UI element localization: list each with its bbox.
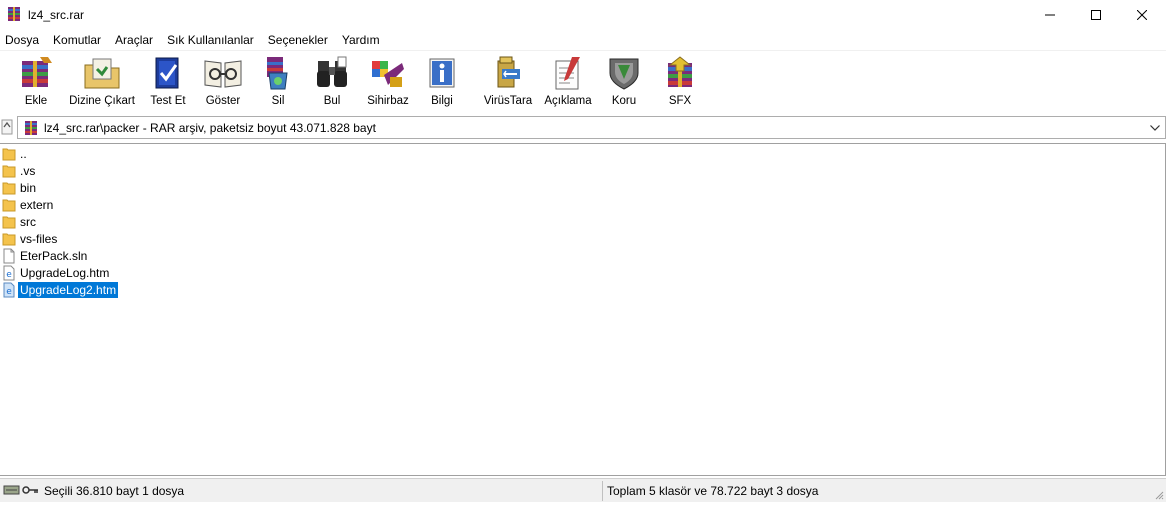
add-archive-icon: [22, 57, 52, 87]
selection-status: Seçili 36.810 bayt 1 dosya: [44, 484, 185, 498]
toolbar: Ekle Dizine Çıkart Test Et Göster Sil Bu…: [0, 50, 1166, 112]
list-item[interactable]: e UpgradeLog.htm: [0, 264, 111, 281]
close-button[interactable]: [1119, 0, 1165, 30]
folder-up-icon: [1, 119, 13, 135]
comment-label: Açıklama: [544, 95, 592, 107]
file-name: src: [20, 214, 36, 229]
file-list[interactable]: .. .vs bin extern src vs-files EterPack.…: [0, 143, 1166, 476]
delete-icon: [267, 57, 288, 90]
list-item[interactable]: extern: [0, 196, 55, 213]
folder-icon: [2, 199, 16, 211]
svg-text:e: e: [6, 287, 12, 297]
menu-file[interactable]: Dosya: [5, 31, 46, 50]
drive-icon[interactable]: [3, 484, 20, 496]
list-item[interactable]: ..: [0, 145, 29, 162]
close-icon: [1137, 10, 1147, 20]
maximize-button[interactable]: [1073, 0, 1119, 30]
file-name: ..: [20, 146, 27, 161]
find-binoculars-icon: [317, 56, 347, 87]
file-name: extern: [20, 197, 54, 212]
maximize-icon: [1091, 10, 1101, 20]
address-text: lz4_src.rar\packer - RAR arşiv, paketsiz…: [44, 120, 376, 135]
menu-help[interactable]: Yardım: [342, 31, 387, 50]
total-status: Toplam 5 klasör ve 78.722 bayt 3 dosya: [607, 484, 819, 498]
status-icons: [3, 484, 39, 498]
extract-label: Dizine Çıkart: [69, 95, 135, 107]
list-item-selected[interactable]: e UpgradeLog2.htm: [0, 280, 120, 299]
virus-scan-label: VirüsTara: [483, 95, 533, 107]
key-icon[interactable]: [22, 484, 39, 496]
test-label: Test Et: [150, 95, 186, 107]
folder-icon: [2, 216, 16, 228]
toolbar-separator: [473, 57, 474, 107]
test-icon: [155, 57, 179, 89]
file-name: .vs: [20, 163, 36, 178]
address-dropdown-button[interactable]: [1146, 119, 1163, 136]
test-button[interactable]: Test Et: [147, 54, 189, 110]
menu-bar: Dosya Komutlar Araçlar Sık Kullanılanlar…: [0, 31, 1166, 50]
folder-icon: [2, 148, 16, 160]
wizard-button[interactable]: Sihirbaz: [364, 54, 412, 110]
file-name: UpgradeLog2.htm: [16, 280, 120, 299]
file-name: vs-files: [20, 231, 58, 246]
view-label: Göster: [205, 95, 241, 107]
menu-tools[interactable]: Araçlar: [115, 31, 160, 50]
file-name: bin: [20, 180, 37, 195]
sfx-icon: [668, 56, 692, 87]
file-name: EterPack.sln: [20, 248, 88, 263]
find-label: Bul: [323, 95, 341, 107]
list-item[interactable]: bin: [0, 179, 38, 196]
minimize-icon: [1045, 14, 1055, 16]
sfx-button[interactable]: SFX: [660, 54, 700, 110]
add-button[interactable]: Ekle: [14, 54, 58, 110]
status-divider: [602, 481, 603, 501]
virus-scan-button[interactable]: VirüsTara: [482, 54, 534, 110]
folder-icon: [2, 233, 16, 245]
find-button[interactable]: Bul: [312, 54, 352, 110]
title-bar: lz4_src.rar: [0, 0, 1166, 30]
folder-icon: [2, 165, 16, 177]
minimize-button[interactable]: [1027, 0, 1073, 30]
window-title: lz4_src.rar: [28, 8, 85, 22]
delete-label: Sil: [271, 95, 285, 107]
resize-grip-icon[interactable]: [1154, 490, 1164, 500]
address-bar[interactable]: lz4_src.rar\packer - RAR arşiv, paketsiz…: [17, 116, 1166, 139]
add-label: Ekle: [24, 95, 48, 107]
sfx-label: SFX: [668, 95, 692, 107]
view-button[interactable]: Göster: [200, 54, 246, 110]
view-icon: [204, 60, 242, 88]
info-label: Bilgi: [431, 95, 453, 107]
info-icon: [429, 58, 455, 88]
comment-button[interactable]: Açıklama: [542, 54, 594, 110]
winrar-app-icon: [8, 7, 20, 21]
chevron-down-icon: [1149, 124, 1160, 131]
protect-button[interactable]: Koru: [604, 54, 644, 110]
menu-options[interactable]: Seçenekler: [268, 31, 335, 50]
file-name: UpgradeLog.htm: [20, 265, 110, 280]
list-item[interactable]: .vs: [0, 162, 37, 179]
list-item[interactable]: vs-files: [0, 230, 59, 247]
protect-shield-icon: [609, 58, 639, 90]
info-button[interactable]: Bilgi: [422, 54, 462, 110]
svg-text:e: e: [6, 270, 12, 280]
list-item[interactable]: src: [0, 213, 38, 230]
htm-file-icon: e: [3, 282, 15, 297]
folder-icon: [2, 182, 16, 194]
extract-folder-icon: [84, 58, 120, 89]
up-level-button[interactable]: [0, 116, 14, 139]
document-icon: [3, 248, 15, 263]
list-item[interactable]: EterPack.sln: [0, 247, 89, 264]
comment-icon: [555, 57, 580, 90]
virus-scan-icon: [497, 56, 520, 88]
delete-button[interactable]: Sil: [258, 54, 298, 110]
htm-file-icon: e: [3, 265, 15, 280]
wizard-label: Sihirbaz: [367, 95, 409, 107]
rar-archive-icon: [25, 120, 37, 135]
extract-button[interactable]: Dizine Çıkart: [66, 54, 138, 110]
wizard-icon: [372, 61, 404, 87]
protect-label: Koru: [611, 95, 637, 107]
menu-commands[interactable]: Komutlar: [53, 31, 108, 50]
menu-favorites[interactable]: Sık Kullanılanlar: [167, 31, 261, 50]
status-bar: Seçili 36.810 bayt 1 dosya Toplam 5 klas…: [0, 478, 1166, 502]
